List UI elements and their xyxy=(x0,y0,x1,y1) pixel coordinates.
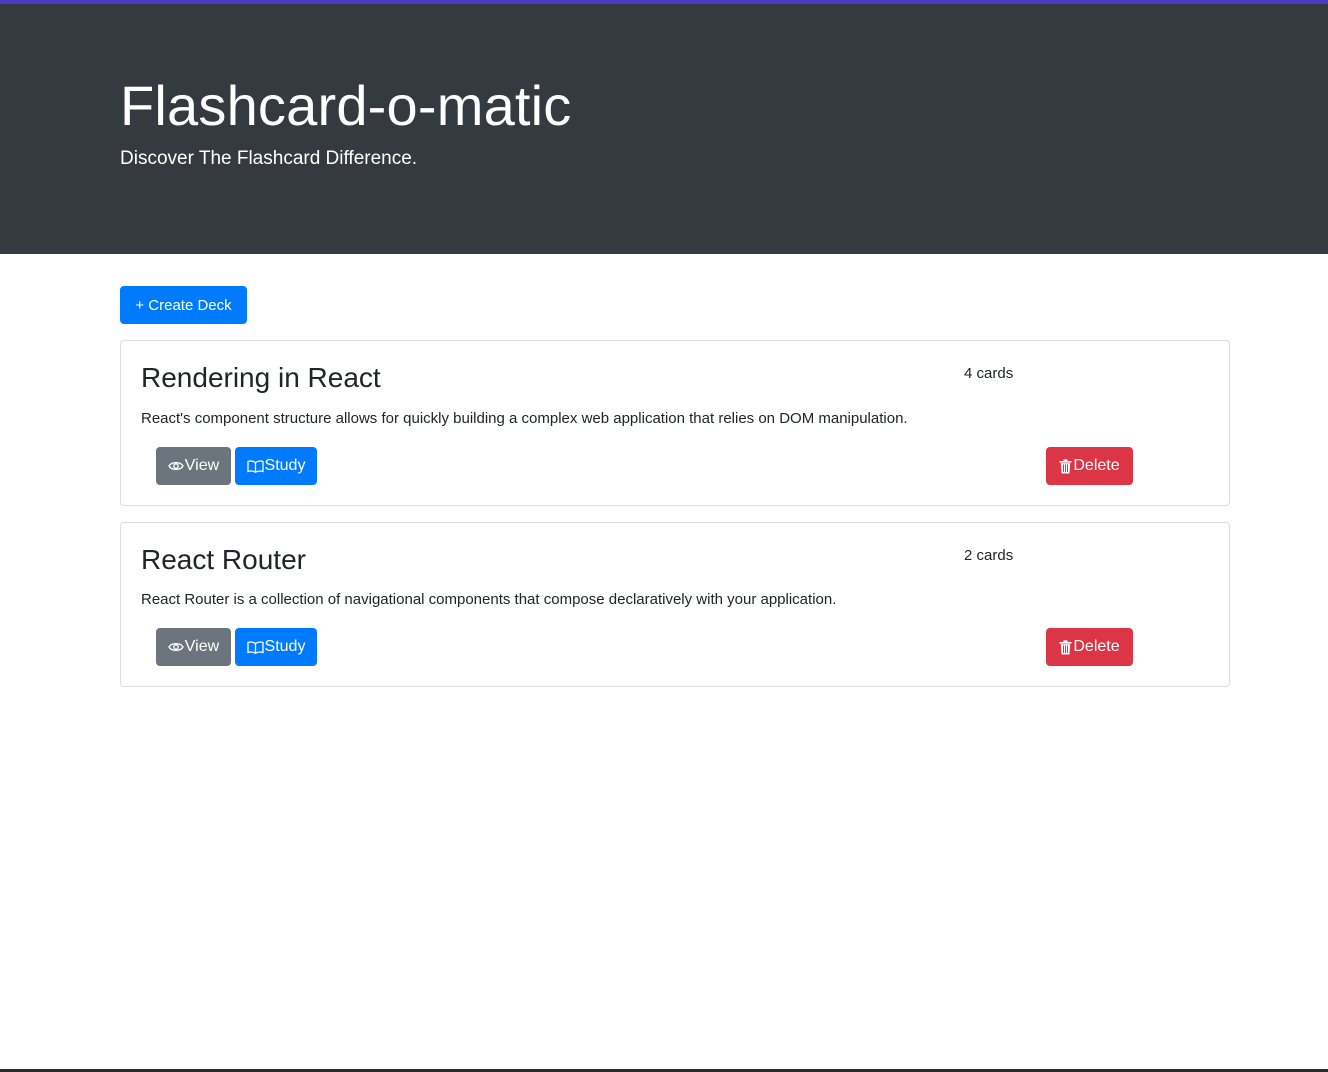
study-button-label: Study xyxy=(264,638,306,655)
deck-card-count: 4 cards xyxy=(964,365,1014,382)
study-deck-button[interactable]: Study xyxy=(235,447,317,485)
eye-icon xyxy=(168,641,184,653)
deck-card: Rendering in React 4 cards React's compo… xyxy=(120,340,1230,506)
view-button-label: View xyxy=(184,638,220,655)
deck-title: Rendering in React xyxy=(141,362,381,393)
deck-card: React Router 2 cards React Router is a c… xyxy=(120,522,1230,687)
delete-deck-button[interactable]: Delete xyxy=(1046,447,1133,485)
deck-title: React Router xyxy=(141,544,306,575)
book-icon xyxy=(246,640,264,654)
view-deck-button[interactable]: View xyxy=(156,628,231,666)
header-banner: Flashcard-o-matic Discover The Flashcard… xyxy=(0,4,1328,254)
deck-description: React Router is a collection of navigati… xyxy=(141,591,837,608)
app-title: Flashcard-o-matic xyxy=(120,74,572,137)
trash-icon xyxy=(1059,458,1072,474)
book-icon xyxy=(246,459,264,473)
trash-icon xyxy=(1059,639,1072,655)
eye-icon xyxy=(168,460,184,472)
study-button-label: Study xyxy=(264,457,306,474)
deck-description: React's component structure allows for q… xyxy=(141,410,908,427)
view-deck-button[interactable]: View xyxy=(156,447,231,485)
delete-button-label: Delete xyxy=(1073,457,1120,474)
app-subtitle: Discover The Flashcard Difference. xyxy=(120,148,418,169)
delete-button-label: Delete xyxy=(1073,638,1120,655)
create-deck-button[interactable]: + Create Deck xyxy=(120,286,247,324)
view-button-label: View xyxy=(184,457,220,474)
create-deck-label: + Create Deck xyxy=(135,296,232,314)
deck-card-count: 2 cards xyxy=(964,547,1014,564)
delete-deck-button[interactable]: Delete xyxy=(1046,628,1133,666)
study-deck-button[interactable]: Study xyxy=(235,628,317,666)
